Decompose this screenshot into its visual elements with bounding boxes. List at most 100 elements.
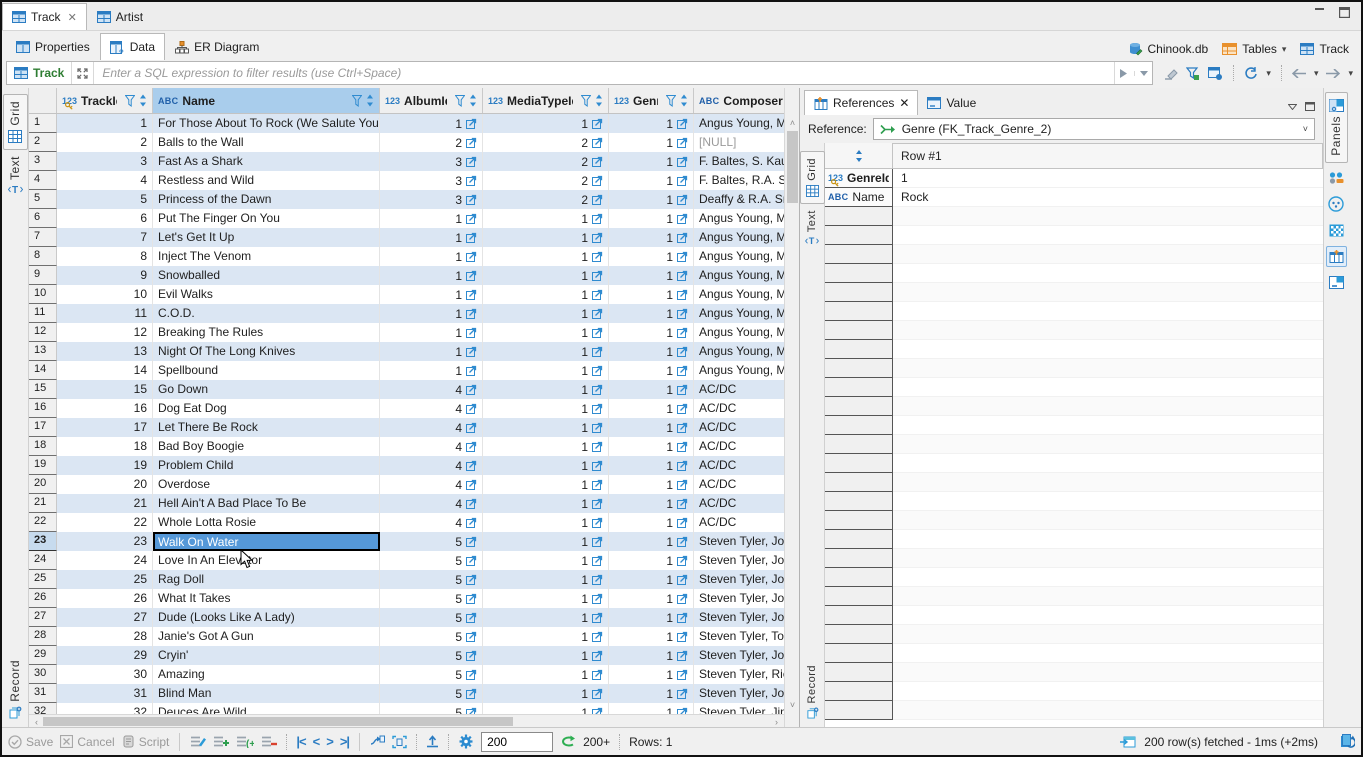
cell-composer[interactable]: Angus Young, M [694, 114, 784, 133]
cell-genreid[interactable]: 1 [609, 703, 694, 714]
cell-name[interactable]: Problem Child [153, 456, 380, 475]
fk-link-icon[interactable] [466, 593, 477, 604]
cell-genreid[interactable]: 1 [609, 665, 694, 684]
cell-name[interactable]: For Those About To Rock (We Salute You) [153, 114, 380, 133]
filter-entity-chip[interactable]: Track [7, 62, 72, 84]
script-button[interactable]: Script [122, 735, 170, 749]
horizontal-scrollbar[interactable]: ‹ › [29, 714, 784, 727]
cell-albumid[interactable]: 5 [380, 589, 483, 608]
cell-mediatypeid[interactable]: 1 [483, 228, 609, 247]
filter-icon[interactable] [666, 95, 676, 107]
fk-link-icon[interactable] [466, 688, 477, 699]
nav-forward-icon[interactable] [1326, 69, 1340, 78]
cell-genreid[interactable]: 1 [609, 532, 694, 551]
fk-link-icon[interactable] [466, 479, 477, 490]
cell-genreid[interactable]: 1 [609, 418, 694, 437]
cell-albumid[interactable]: 5 [380, 532, 483, 551]
fk-link-icon[interactable] [677, 574, 688, 585]
fk-link-icon[interactable] [592, 327, 603, 338]
cell-mediatypeid[interactable]: 1 [483, 608, 609, 627]
fk-link-icon[interactable] [677, 593, 688, 604]
panel-presentation-tab-record[interactable]: Record [800, 659, 825, 725]
cell-trackid[interactable]: 32 [57, 703, 153, 714]
fk-link-icon[interactable] [592, 289, 603, 300]
cell-albumid[interactable]: 4 [380, 475, 483, 494]
fk-link-icon[interactable] [466, 270, 477, 281]
cell-albumid[interactable]: 1 [380, 114, 483, 133]
record-field-name[interactable]: ABCName [825, 188, 893, 207]
cell-name[interactable]: Evil Walks [153, 285, 380, 304]
row-number[interactable]: 23 [29, 532, 57, 551]
cell-mediatypeid[interactable]: 1 [483, 684, 609, 703]
column-header-trackid[interactable]: 123TrackId [57, 88, 153, 113]
fk-link-icon[interactable] [677, 403, 688, 414]
scroll-up-icon[interactable]: ˄ [785, 116, 800, 129]
nav-back-icon[interactable] [1292, 69, 1306, 78]
cell-trackid[interactable]: 10 [57, 285, 153, 304]
cell-genreid[interactable]: 1 [609, 684, 694, 703]
add-row-icon[interactable] [213, 735, 229, 748]
cell-trackid[interactable]: 4 [57, 171, 153, 190]
cell-name[interactable]: What It Takes [153, 589, 380, 608]
scroll-right-icon[interactable]: › [769, 715, 784, 728]
cell-name[interactable]: Dog Eat Dog [153, 399, 380, 418]
row-number[interactable]: 2 [29, 133, 57, 152]
fk-link-icon[interactable] [677, 175, 688, 186]
fk-link-icon[interactable] [466, 517, 477, 528]
panel-tab-references[interactable]: References ✕ [804, 90, 918, 115]
fk-link-icon[interactable] [592, 384, 603, 395]
cell-trackid[interactable]: 20 [57, 475, 153, 494]
fk-link-icon[interactable] [592, 422, 603, 433]
row-number[interactable]: 29 [29, 646, 57, 665]
cell-genreid[interactable]: 1 [609, 342, 694, 361]
cell-trackid[interactable]: 23 [57, 532, 153, 551]
cell-composer[interactable]: Steven Tyler, Jim [694, 703, 784, 714]
cell-mediatypeid[interactable]: 1 [483, 399, 609, 418]
cell-mediatypeid[interactable]: 2 [483, 152, 609, 171]
fk-link-icon[interactable] [592, 232, 603, 243]
cell-name[interactable]: Inject The Venom [153, 247, 380, 266]
references-panel-icon[interactable] [1326, 246, 1347, 267]
cell-composer[interactable]: AC/DC [694, 380, 784, 399]
cell-name[interactable]: Deuces Are Wild [153, 703, 380, 714]
fk-link-icon[interactable] [677, 156, 688, 167]
cell-trackid[interactable]: 6 [57, 209, 153, 228]
fk-link-icon[interactable] [466, 137, 477, 148]
sort-icon[interactable] [595, 94, 603, 107]
fk-link-icon[interactable] [466, 118, 477, 129]
cell-mediatypeid[interactable]: 2 [483, 133, 609, 152]
filter-icon[interactable] [125, 95, 135, 107]
cell-genreid[interactable]: 1 [609, 304, 694, 323]
column-header-albumid[interactable]: 123AlbumId [380, 88, 483, 113]
cell-name[interactable]: Cryin' [153, 646, 380, 665]
cell-name[interactable]: Put The Finger On You [153, 209, 380, 228]
row-number[interactable]: 19 [29, 456, 57, 475]
cell-albumid[interactable]: 5 [380, 703, 483, 714]
filter-icon[interactable] [581, 95, 591, 107]
fk-link-icon[interactable] [466, 650, 477, 661]
run-filter-icon[interactable] [1119, 68, 1128, 79]
cell-name[interactable]: Let's Get It Up [153, 228, 380, 247]
cell-albumid[interactable]: 5 [380, 646, 483, 665]
row-number[interactable]: 21 [29, 494, 57, 513]
cell-albumid[interactable]: 5 [380, 551, 483, 570]
row-number[interactable]: 6 [29, 209, 57, 228]
fk-link-icon[interactable] [592, 118, 603, 129]
cell-mediatypeid[interactable]: 1 [483, 418, 609, 437]
maximize-icon[interactable] [1337, 6, 1351, 18]
cell-genreid[interactable]: 1 [609, 551, 694, 570]
sql-filter-input[interactable] [94, 62, 1114, 84]
next-row-button[interactable]: > [326, 734, 333, 749]
sort-icon[interactable] [139, 94, 147, 107]
cell-albumid[interactable]: 4 [380, 418, 483, 437]
cell-composer[interactable]: Angus Young, M [694, 209, 784, 228]
fetch-more-label[interactable]: 200+ [583, 735, 610, 749]
row-number[interactable]: 16 [29, 399, 57, 418]
editor-tab-artist[interactable]: Artist [87, 3, 153, 30]
cell-mediatypeid[interactable]: 2 [483, 171, 609, 190]
cell-genreid[interactable]: 1 [609, 171, 694, 190]
last-row-button[interactable]: >| [340, 734, 349, 749]
cell-genreid[interactable]: 1 [609, 190, 694, 209]
cell-name[interactable]: Fast As a Shark [153, 152, 380, 171]
row-number[interactable]: 18 [29, 437, 57, 456]
